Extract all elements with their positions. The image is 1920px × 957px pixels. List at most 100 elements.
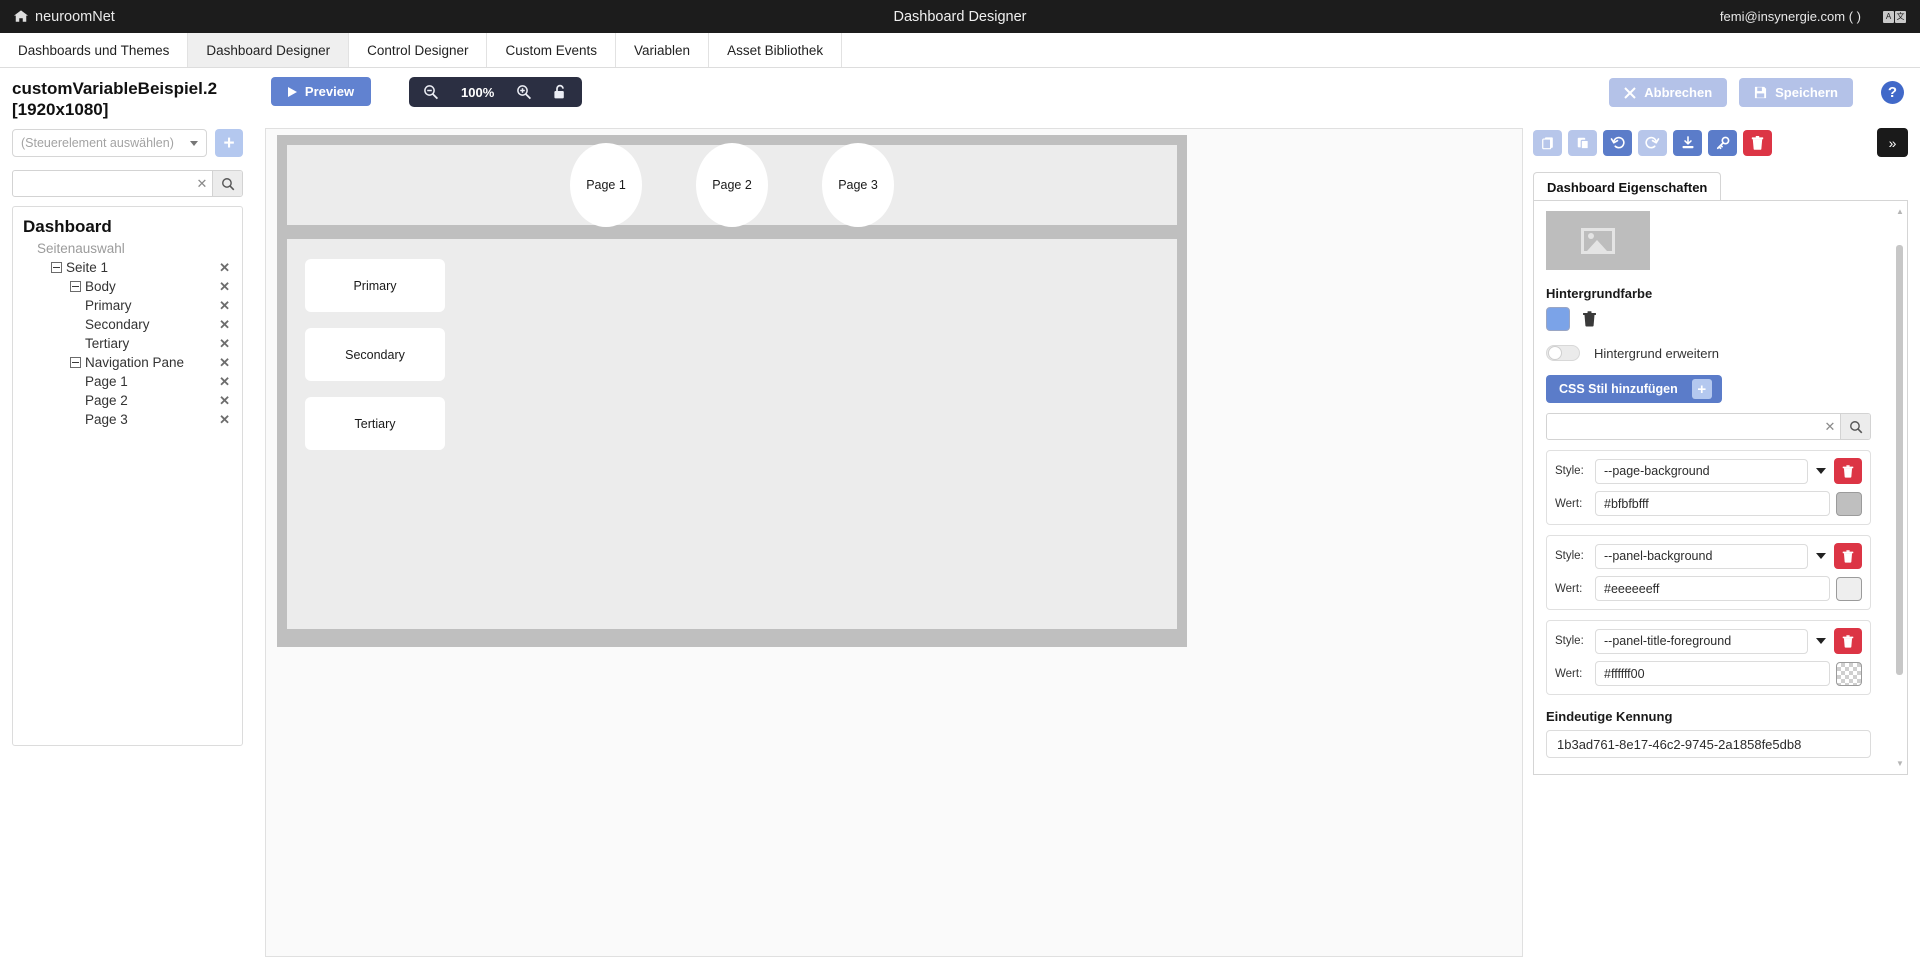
delete-style-button[interactable] [1834,543,1862,569]
tree-item-delete-icon[interactable]: ✕ [219,317,230,333]
preview-button[interactable]: Preview [271,77,371,106]
tree-item-secondary[interactable]: Secondary ✕ [23,315,234,334]
background-color-swatch[interactable] [1546,307,1570,331]
tree-item-tertiary[interactable]: Tertiary ✕ [23,334,234,353]
nav-tab-custom-events[interactable]: Custom Events [487,33,616,67]
tree-item-seitenauswahl[interactable]: Seitenauswahl [23,239,234,258]
add-control-button[interactable]: + [215,129,243,157]
delete-button[interactable] [1743,130,1772,156]
tree-item-page-3[interactable]: Page 3 ✕ [23,410,234,429]
background-color-label: Hintergrundfarbe [1546,286,1895,301]
tree-item-delete-icon[interactable]: ✕ [219,355,230,371]
tree-item-delete-icon[interactable]: ✕ [219,393,230,409]
widget-secondary[interactable]: Secondary [305,328,445,381]
scroll-down-icon[interactable]: ▼ [1896,759,1903,768]
key-button[interactable] [1708,130,1737,156]
navigation-pane[interactable]: Page 1 Page 2 Page 3 [287,145,1177,225]
style-color-swatch[interactable] [1836,492,1862,516]
style-name-input[interactable]: --page-background [1595,459,1808,484]
control-select-value: (Steuerelement auswählen) [21,136,174,150]
collapse-icon[interactable] [70,281,81,292]
tree-item-delete-icon[interactable]: ✕ [219,412,230,428]
scrollbar-thumb[interactable] [1896,245,1903,675]
zoom-in-icon[interactable] [508,78,540,106]
tree-item-page-2[interactable]: Page 2 ✕ [23,391,234,410]
undo-button[interactable] [1603,130,1632,156]
help-icon[interactable]: ? [1881,81,1904,104]
style-value-input[interactable]: #bfbfbfff [1595,491,1830,516]
clear-background-color-icon[interactable] [1582,311,1597,327]
widget-tertiary[interactable]: Tertiary [305,397,445,450]
tree-item-page-1[interactable]: Page 1 ✕ [23,372,234,391]
brand[interactable]: neuroomNet [14,9,115,25]
window-title: Dashboard Designer [0,9,1920,25]
language-icon[interactable]: A文 [1883,11,1906,23]
extend-background-toggle[interactable] [1546,345,1580,361]
tree-item-delete-icon[interactable]: ✕ [219,260,230,276]
cancel-button[interactable]: Abbrechen [1609,78,1727,107]
dashboard-stage[interactable]: Page 1 Page 2 Page 3 Primary Secondary T… [277,135,1187,647]
nav-tab-dashboard-designer[interactable]: Dashboard Designer [188,33,349,67]
zoom-level[interactable]: 100% [451,85,504,100]
clear-icon[interactable]: ✕ [192,171,212,196]
preview-thumbnail[interactable] [1546,211,1650,273]
collapse-icon[interactable] [70,357,81,368]
add-css-style-button[interactable]: CSS Stil hinzufügen + [1546,375,1722,403]
tree-item-navigation-pane[interactable]: Navigation Pane ✕ [23,353,234,372]
import-button[interactable] [1673,130,1702,156]
nav-tab-dashboards-und-themes[interactable]: Dashboards und Themes [0,33,188,67]
collapse-panel-button[interactable]: » [1877,128,1908,157]
user-email[interactable]: femi@insynergie.com ( ) [1720,9,1861,24]
style-name-input[interactable]: --panel-background [1595,544,1808,569]
save-button[interactable]: Speichern [1739,78,1853,107]
style-value-input[interactable]: #ffffff00 [1595,661,1830,686]
tree-item-seite-1[interactable]: Seite 1 ✕ [23,258,234,277]
plus-icon: + [1692,379,1712,399]
style-color-swatch[interactable] [1836,577,1862,601]
copy-button[interactable] [1533,130,1562,156]
properties-scrollbar[interactable]: ▲ ▼ [1896,207,1903,768]
search-icon[interactable] [1840,414,1870,439]
page-circle-1[interactable]: Page 1 [570,143,642,227]
nav-tab-variablen[interactable]: Variablen [616,33,709,67]
control-select[interactable]: (Steuerelement auswählen) [12,129,207,157]
design-canvas[interactable]: Page 1 Page 2 Page 3 Primary Secondary T… [265,128,1523,957]
tree-item-delete-icon[interactable]: ✕ [219,374,230,390]
tree-item-primary[interactable]: Primary ✕ [23,296,234,315]
redo-button[interactable] [1638,130,1667,156]
tree-item-label: Page 3 [85,412,128,427]
delete-style-button[interactable] [1834,458,1862,484]
unlock-icon[interactable] [544,78,576,106]
scroll-up-icon[interactable]: ▲ [1896,207,1903,216]
chevron-down-icon[interactable] [1816,638,1826,644]
chevron-down-icon[interactable] [1816,553,1826,559]
nav-tab-asset-bibliothek[interactable]: Asset Bibliothek [709,33,842,67]
style-name-input[interactable]: --panel-title-foreground [1595,629,1808,654]
tree-item-label: Secondary [85,317,150,332]
style-color-swatch[interactable] [1836,662,1862,686]
css-search-input[interactable] [1547,414,1820,439]
tab-dashboard-eigenschaften[interactable]: Dashboard Eigenschaften [1533,172,1721,201]
extend-background-row: Hintergrund erweitern [1546,345,1895,361]
style-value-input[interactable]: #eeeeeeff [1595,576,1830,601]
page-circle-2[interactable]: Page 2 [696,143,768,227]
paste-button[interactable] [1568,130,1597,156]
tree-item-delete-icon[interactable]: ✕ [219,279,230,295]
tree-item-delete-icon[interactable]: ✕ [219,298,230,314]
page-circle-3[interactable]: Page 3 [822,143,894,227]
tree-item-body[interactable]: Body ✕ [23,277,234,296]
clear-icon[interactable]: ✕ [1820,414,1840,439]
zoom-out-icon[interactable] [415,78,447,106]
search-icon[interactable] [212,171,242,196]
tree-search-input[interactable] [13,171,192,196]
nav-tab-control-designer[interactable]: Control Designer [349,33,487,67]
widget-primary[interactable]: Primary [305,259,445,312]
tree-item-label: Seite 1 [66,260,108,275]
chevron-down-icon[interactable] [1816,468,1826,474]
collapse-icon[interactable] [51,262,62,273]
tree-item-delete-icon[interactable]: ✕ [219,336,230,352]
properties-body: Hintergrundfarbe Hintergrund erweitern C… [1533,200,1908,775]
body-pane[interactable]: Primary Secondary Tertiary [287,239,1177,629]
delete-style-button[interactable] [1834,628,1862,654]
guid-input[interactable]: 1b3ad761-8e17-46c2-9745-2a1858fe5db8 [1546,730,1871,758]
